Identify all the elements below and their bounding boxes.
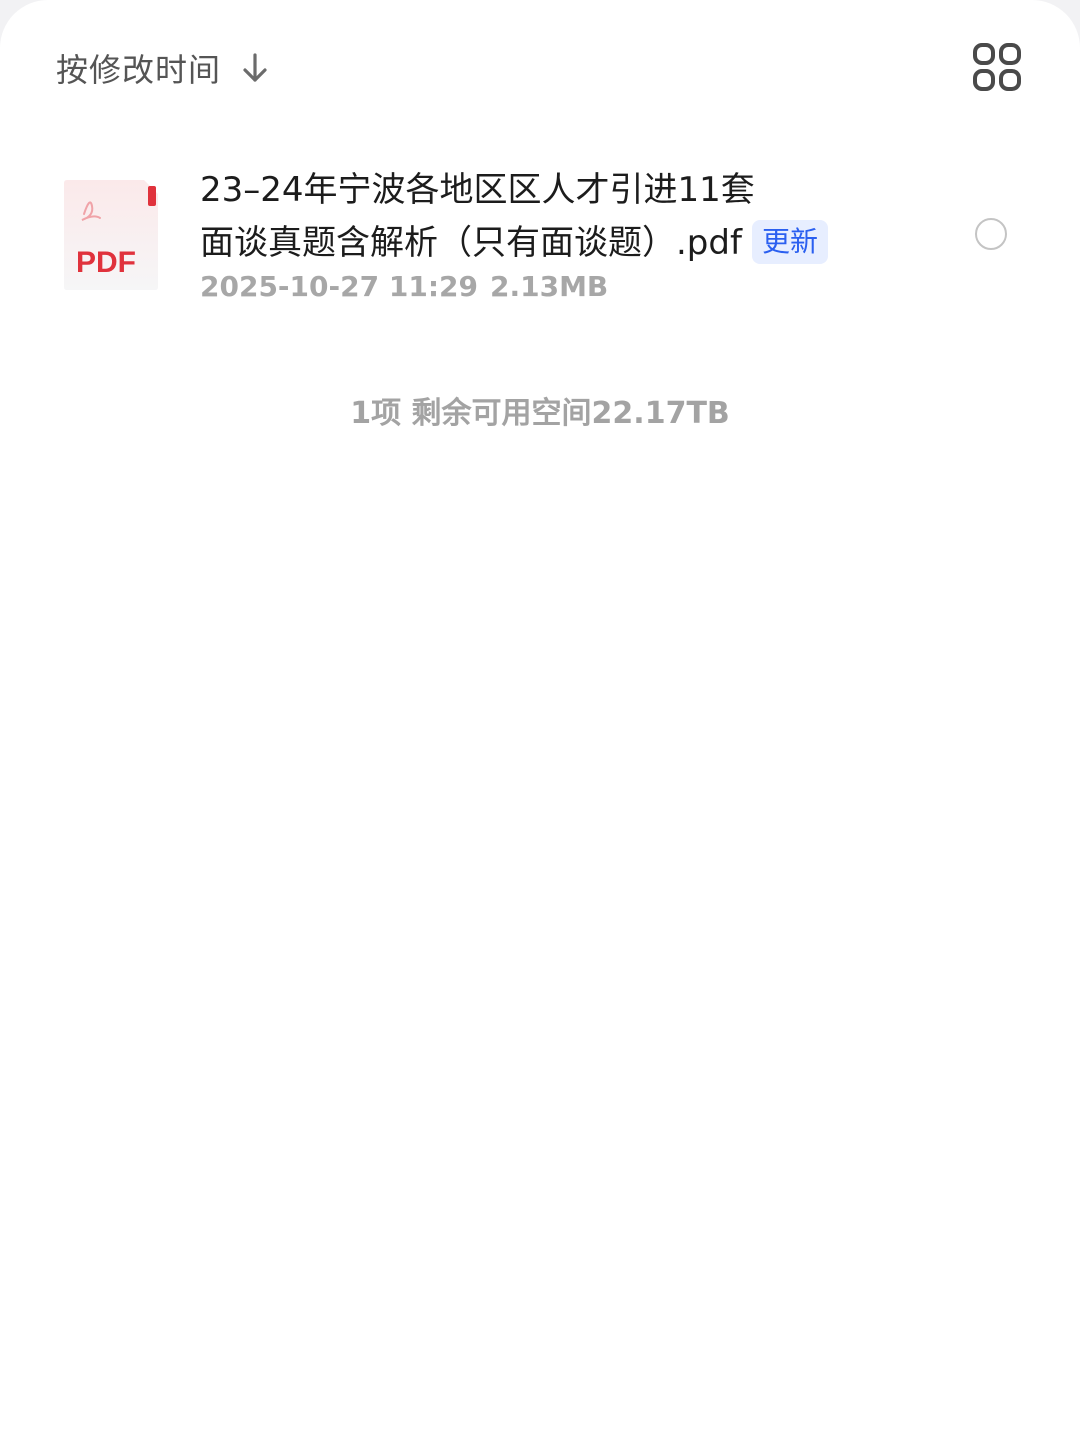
storage-summary: 1项 剩余可用空间22.17TB <box>0 388 1080 432</box>
pdf-file-icon: PDF <box>64 180 158 290</box>
file-name[interactable]: 23–24年宁波各地区区人才引进11套 面谈真题含解析（只有面谈题）.pdf 更新 <box>200 164 900 270</box>
file-name-line-2: 面谈真题含解析（只有面谈题）.pdf <box>200 223 742 263</box>
file-list-sheet: 按修改时间 PDF 23–24年宁波各地区区人才引进11套 面谈真题含解析（只有… <box>0 0 1080 1440</box>
sort-label: 按修改时间 <box>56 51 222 89</box>
item-count: 1项 <box>350 396 402 431</box>
file-meta: 2025-10-27 11:29 2.13MB <box>200 270 608 303</box>
sort-by-modified-button[interactable]: 按修改时间 <box>56 40 269 96</box>
remaining-space: 剩余可用空间22.17TB <box>411 396 730 431</box>
select-radio-button[interactable] <box>975 218 1007 250</box>
file-name-line-1: 23–24年宁波各地区区人才引进11套 <box>200 170 755 210</box>
updated-badge: 更新 <box>751 220 828 264</box>
file-list-item[interactable]: PDF 23–24年宁波各地区区人才引进11套 面谈真题含解析（只有面谈题）.p… <box>0 160 1080 310</box>
toolbar: 按修改时间 <box>0 0 1080 136</box>
grid-view-icon[interactable] <box>972 42 1022 92</box>
arrow-down-icon <box>243 53 267 82</box>
file-modified-time: 2025-10-27 11:29 <box>200 270 478 303</box>
file-size: 2.13MB <box>489 270 609 303</box>
pdf-thumb-label: PDF <box>76 246 136 279</box>
